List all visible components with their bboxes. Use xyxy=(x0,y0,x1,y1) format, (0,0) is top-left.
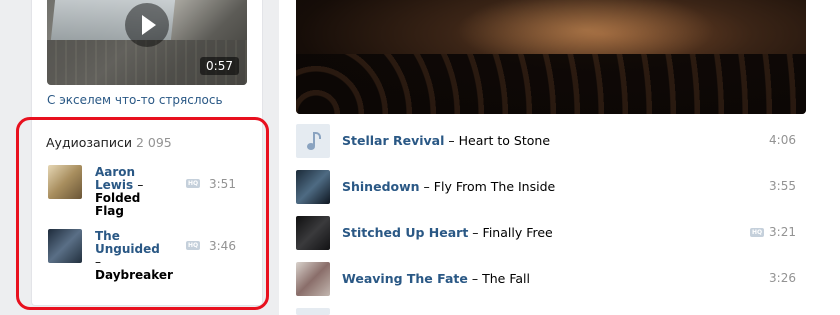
video-thumbnail[interactable]: 0:57 xyxy=(47,0,247,85)
audio-track-row[interactable]: Stitched Up Heart – Finally Free HQ 3:21 xyxy=(296,216,796,250)
track-duration: 3:46 xyxy=(209,239,236,253)
track-artist-link[interactable]: Aaron Lewis – Folded Flag xyxy=(95,166,165,218)
hq-badge-icon: HQ xyxy=(186,241,200,250)
track-duration: 3:26 xyxy=(769,271,796,285)
dash-separator: – xyxy=(471,271,479,286)
note-flag xyxy=(313,132,321,139)
track-duration: 3:21 xyxy=(769,225,796,239)
track-info: Stitched Up Heart – Finally Free xyxy=(342,225,553,240)
track-artist[interactable]: Shinedown xyxy=(342,179,420,194)
audio-track-row[interactable]: Shinedown – Fly From The Inside 3:55 xyxy=(296,170,796,204)
hq-badge-icon: HQ xyxy=(750,228,764,237)
dash-separator: – xyxy=(423,179,430,194)
track-info: Weaving The Fate – The Fall xyxy=(342,271,530,286)
audio-track-item[interactable]: The Unguided – Daybreaker HQ 3:46 xyxy=(48,229,248,289)
track-duration: 3:55 xyxy=(769,179,796,193)
dash-separator: – xyxy=(448,133,455,148)
track-info: Stellar Revival – Heart to Stone xyxy=(342,133,550,148)
audio-section-title: Аудиозаписи xyxy=(46,135,132,150)
album-cover-shinedown[interactable] xyxy=(296,170,330,204)
track-artist[interactable]: The Unguided xyxy=(95,229,160,256)
dash-separator: – xyxy=(95,255,101,269)
audio-track-item[interactable]: Aaron Lewis – Folded Flag HQ 3:51 xyxy=(48,165,248,225)
music-note-icon[interactable] xyxy=(296,124,330,158)
track-title[interactable]: Heart to Stone xyxy=(459,133,550,148)
note-head xyxy=(307,143,315,150)
track-artist-link[interactable]: The Unguided – Daybreaker xyxy=(95,229,173,282)
track-duration: 4:06 xyxy=(769,133,796,147)
track-artist[interactable]: Stellar Revival xyxy=(342,133,444,148)
album-cover-stitched-up-heart[interactable] xyxy=(296,216,330,250)
play-icon[interactable] xyxy=(125,3,169,47)
track-artist[interactable]: Weaving The Fate xyxy=(342,271,468,286)
album-cover-the-unguided[interactable] xyxy=(48,229,82,263)
audio-track-row[interactable]: Weaving The Fate – The Fall 3:26 xyxy=(296,262,796,296)
track-title[interactable]: Finally Free xyxy=(483,225,553,240)
album-cover-weaving-the-fate[interactable] xyxy=(296,262,330,296)
track-title[interactable]: Fly From The Inside xyxy=(434,179,555,194)
album-cover-aaron-lewis[interactable] xyxy=(48,165,82,199)
track-duration: 3:51 xyxy=(209,177,236,191)
video-title-link[interactable]: С экселем что-то стряслось xyxy=(47,93,223,107)
music-note-glyph xyxy=(307,132,321,150)
audio-track-row[interactable]: Stellar Revival – Heart to Stone 4:06 xyxy=(296,124,796,158)
track-artist[interactable]: Aaron Lewis xyxy=(95,165,135,192)
hq-badge-icon: HQ xyxy=(186,179,200,188)
audio-section-header[interactable]: Аудиозаписи 2 095 xyxy=(46,135,172,150)
album-cover-partial[interactable] xyxy=(296,308,330,315)
video-duration: 0:57 xyxy=(200,57,239,75)
audio-count: 2 095 xyxy=(135,135,172,150)
track-artist[interactable]: Stitched Up Heart xyxy=(342,225,468,240)
dash-separator: – xyxy=(137,178,144,192)
concert-photo[interactable] xyxy=(296,0,806,114)
dash-separator: – xyxy=(472,225,479,240)
audio-track-row-partial[interactable] xyxy=(296,308,796,315)
track-title[interactable]: The Fall xyxy=(482,271,530,286)
track-title: Daybreaker xyxy=(95,268,173,282)
track-info: Shinedown – Fly From The Inside xyxy=(342,179,555,194)
crowd-silhouette-image xyxy=(296,54,806,114)
track-title: Folded Flag xyxy=(95,191,141,218)
